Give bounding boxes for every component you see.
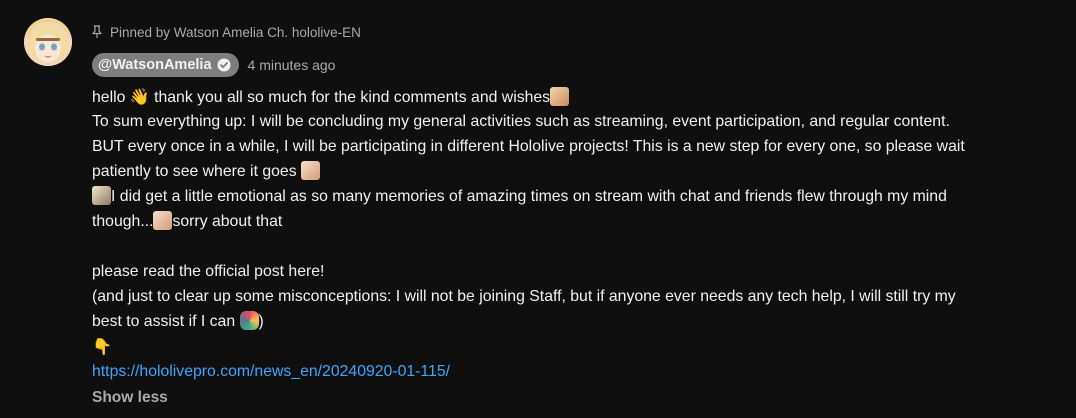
author-handle-chip[interactable]: @WatsonAmelia [92, 53, 239, 77]
comment-line: hello 👋 thank you all so much for the ki… [92, 84, 1062, 109]
pinned-indicator: Pinned by Watson Amelia Ch. hololive-EN [92, 23, 361, 41]
waving-hand-emoji: 👋 [129, 87, 150, 106]
avatar-image [24, 18, 72, 66]
comment-line: best to assist if I can ) [92, 309, 1062, 334]
pin-icon [92, 25, 102, 39]
pinned-comment: Pinned by Watson Amelia Ch. hololive-EN … [0, 0, 1076, 418]
comment-line: though... sorry about that [92, 209, 1062, 234]
comment-header: @WatsonAmelia 4 minutes ago [92, 53, 335, 77]
comment-timestamp[interactable]: 4 minutes ago [248, 57, 336, 73]
comment-line: (and just to clear up some misconception… [92, 288, 956, 305]
show-less-button[interactable]: Show less [92, 389, 168, 407]
comment-line: I did get a little emotional as so many … [92, 184, 1062, 209]
comment-text: hello 👋 thank you all so much for the ki… [92, 84, 1062, 384]
comment-text-segment: though... [92, 213, 154, 230]
comment-text-segment: hello [92, 89, 130, 106]
custom-emoji-icon [92, 186, 111, 205]
custom-emoji-icon [550, 87, 570, 106]
comment-line: please read the official post here! [92, 263, 325, 280]
custom-emoji-icon [301, 161, 320, 180]
pointing-down-emoji: 👇 [92, 337, 112, 356]
author-handle: @WatsonAmelia [98, 57, 212, 73]
pinned-label: Pinned by Watson Amelia Ch. hololive-EN [110, 24, 361, 40]
comment-line: patiently to see where it goes [92, 159, 1062, 184]
comment-text-segment: patiently to see where it goes [92, 163, 301, 180]
comment-text-segment: I did get a little emotional as so many … [111, 188, 947, 205]
comment-line: To sum everything up: I will be concludi… [92, 113, 950, 130]
comment-line: https://hololivepro.com/news_en/20240920… [92, 359, 1062, 384]
comment-text-segment: best to assist if I can [92, 313, 240, 330]
custom-emoji-icon [153, 211, 173, 230]
verified-check-icon [217, 58, 231, 72]
comment-line: BUT every once in a while, I will be par… [92, 138, 965, 155]
comment-line: 👇 [92, 334, 1062, 359]
comment-text-segment: ) [258, 313, 264, 330]
author-avatar[interactable] [24, 18, 72, 66]
comment-text-segment: sorry about that [172, 213, 283, 230]
custom-emoji-icon [239, 311, 259, 330]
news-link[interactable]: https://hololivepro.com/news_en/20240920… [92, 363, 450, 380]
comment-text-segment: thank you all so much for the kind comme… [149, 89, 551, 106]
